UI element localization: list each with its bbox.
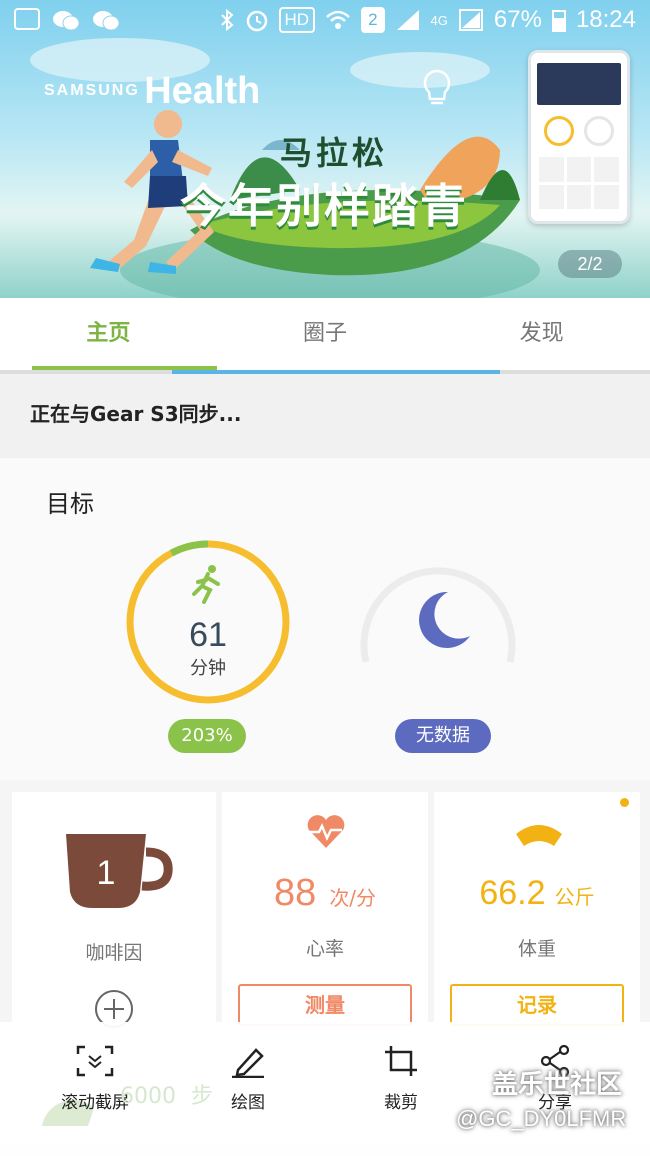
- wechat-icon-2: [93, 11, 120, 31]
- sim-indicator: 2: [361, 7, 385, 33]
- crop-icon: [385, 1046, 417, 1076]
- tab-home[interactable]: 主页: [0, 298, 217, 370]
- pencil-icon: [232, 1048, 264, 1079]
- steps-behind-toolbar: 6000 步: [120, 1084, 214, 1109]
- crop-label: 裁剪: [384, 1093, 418, 1113]
- network-type: 4G: [430, 12, 448, 28]
- samsung-health-logo: SAMSUNG Health: [44, 70, 261, 112]
- wifi-icon: [326, 10, 350, 29]
- signal-icon: [396, 10, 419, 30]
- watermark-site: 盖乐世社区: [492, 1070, 623, 1100]
- new-indicator-dot: [620, 798, 629, 807]
- weight-unit: 公斤: [554, 885, 595, 909]
- heart-rate-card[interactable]: 88 次/分 心率 测量: [222, 792, 428, 1032]
- sync-status-bar: 正在与Gear S3同步...: [0, 374, 650, 458]
- heart-icon: [307, 815, 345, 848]
- sleep-status-badge: 无数据: [395, 719, 491, 753]
- goals-section: 目标 61 分钟 203% 无数据: [0, 458, 650, 780]
- hd-voice-indicator: HD: [278, 7, 316, 33]
- running-person-icon: [192, 565, 220, 604]
- measure-button[interactable]: 测量: [238, 984, 412, 1026]
- banner-headline-small: 马拉松: [280, 134, 389, 172]
- wechat-icon: [53, 11, 80, 31]
- record-button[interactable]: 记录: [450, 984, 624, 1026]
- heart-rate-unit: 次/分: [329, 886, 377, 910]
- watermark-user: @GC_DY0LFMR: [456, 1106, 627, 1131]
- banner-headline-large: 今年别样踏青: [180, 179, 468, 233]
- banner-page-indicator: 2/2: [558, 250, 622, 278]
- promo-banner[interactable]: SAMSUNG Health 马拉松 今年别样踏青 2/2: [0, 0, 650, 298]
- sync-message: 正在与Gear S3同步...: [30, 402, 242, 426]
- battery-percent: 67%: [493, 6, 542, 33]
- caffeine-count: 1: [96, 854, 116, 892]
- phone-mockup-image: [528, 50, 630, 224]
- activity-minutes-value: 61: [189, 616, 227, 654]
- weight-card[interactable]: 66.2 公斤 体重 记录: [434, 792, 640, 1032]
- bluetooth-icon: [220, 8, 234, 32]
- alarm-icon: [246, 10, 267, 32]
- heart-rate-label: 心率: [305, 938, 344, 960]
- caffeine-label: 咖啡因: [85, 942, 143, 964]
- tab-discover[interactable]: 发现: [433, 298, 650, 370]
- activity-unit: 分钟: [190, 658, 226, 679]
- status-bar: HD 2 4G 67% 18:24: [0, 0, 650, 42]
- heart-rate-value: 88: [273, 872, 317, 914]
- scale-icon: [516, 825, 562, 846]
- tab-circle[interactable]: 圈子: [217, 298, 434, 370]
- moon-icon: [419, 591, 470, 648]
- weight-value: 66.2: [479, 874, 546, 912]
- scroll-capture-icon: [76, 1045, 114, 1077]
- lightbulb-icon: [423, 69, 451, 105]
- signal-icon-2: [458, 9, 483, 31]
- goals-title: 目标: [46, 490, 94, 518]
- gallery-notification-icon: [14, 8, 40, 30]
- weight-label: 体重: [517, 938, 556, 960]
- activity-percent-badge: 203%: [168, 719, 246, 753]
- battery-icon: [551, 10, 566, 32]
- clock: 18:24: [575, 6, 636, 33]
- crop-button[interactable]: 裁剪: [346, 1044, 456, 1113]
- caffeine-card[interactable]: 1 咖啡因: [12, 792, 216, 1032]
- tab-bar: 主页 圈子 发现: [0, 298, 650, 370]
